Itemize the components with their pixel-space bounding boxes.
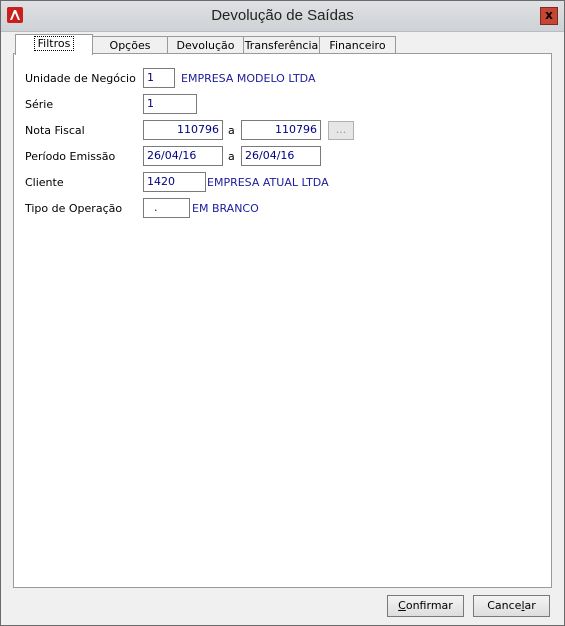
serie-label: Série <box>25 98 54 111</box>
unidade-input[interactable]: 1 <box>143 68 175 88</box>
periodo-separator: a <box>228 150 235 163</box>
tab-label: Transferência <box>244 39 319 52</box>
tab-opcoes[interactable]: Opções <box>92 36 168 54</box>
cliente-label: Cliente <box>25 176 64 189</box>
cancelar-label-end: ar <box>524 599 536 612</box>
tab-label: Opções <box>109 39 151 52</box>
tab-label: Financeiro <box>329 39 386 52</box>
tab-financeiro[interactable]: Financeiro <box>319 36 396 54</box>
unidade-description: EMPRESA MODELO LTDA <box>181 72 316 85</box>
nota-fiscal-separator: a <box>228 124 235 137</box>
confirmar-button[interactable]: Confirmar <box>387 595 464 617</box>
client-area: Filtros Opções Devolução Transferência F… <box>2 32 563 624</box>
tab-filtros[interactable]: Filtros <box>15 34 93 55</box>
periodo-from-input[interactable]: 26/04/16 <box>143 146 223 166</box>
cancelar-label-start: Cance <box>487 599 522 612</box>
cliente-input[interactable]: 1420 <box>143 172 206 192</box>
confirmar-hotkey: C <box>398 599 406 612</box>
nota-fiscal-label: Nota Fiscal <box>25 124 85 137</box>
tipo-operacao-label: Tipo de Operação <box>25 202 123 215</box>
tab-label: Filtros <box>33 36 75 51</box>
close-icon[interactable]: x <box>540 7 558 25</box>
serie-input[interactable]: 1 <box>143 94 197 114</box>
periodo-to-input[interactable]: 26/04/16 <box>241 146 321 166</box>
tab-transferencia[interactable]: Transferência <box>243 36 320 54</box>
filtros-panel: Unidade de Negócio 1 EMPRESA MODELO LTDA… <box>13 53 552 588</box>
nota-fiscal-lookup-button[interactable]: ... <box>328 121 354 140</box>
cancelar-button[interactable]: Cancelar <box>473 595 550 617</box>
window-title: Devolução de Saídas <box>211 7 354 24</box>
tab-devolucao[interactable]: Devolução <box>167 36 244 54</box>
tab-label: Devolução <box>176 39 235 52</box>
title-bar[interactable]: Devolução de Saídas x <box>1 1 564 32</box>
tipo-operacao-input[interactable]: . <box>143 198 190 218</box>
nota-fiscal-from-input[interactable]: 110796 <box>143 120 223 140</box>
cliente-description: EMPRESA ATUAL LTDA <box>207 176 329 189</box>
confirmar-label: onfirmar <box>405 599 453 612</box>
nota-fiscal-to-input[interactable]: 110796 <box>241 120 321 140</box>
periodo-label: Período Emissão <box>25 150 116 163</box>
unidade-label: Unidade de Negócio <box>25 72 136 85</box>
dialog-window: Devolução de Saídas x Filtros Opções Dev… <box>0 0 565 626</box>
tipo-operacao-description: EM BRANCO <box>192 202 259 215</box>
